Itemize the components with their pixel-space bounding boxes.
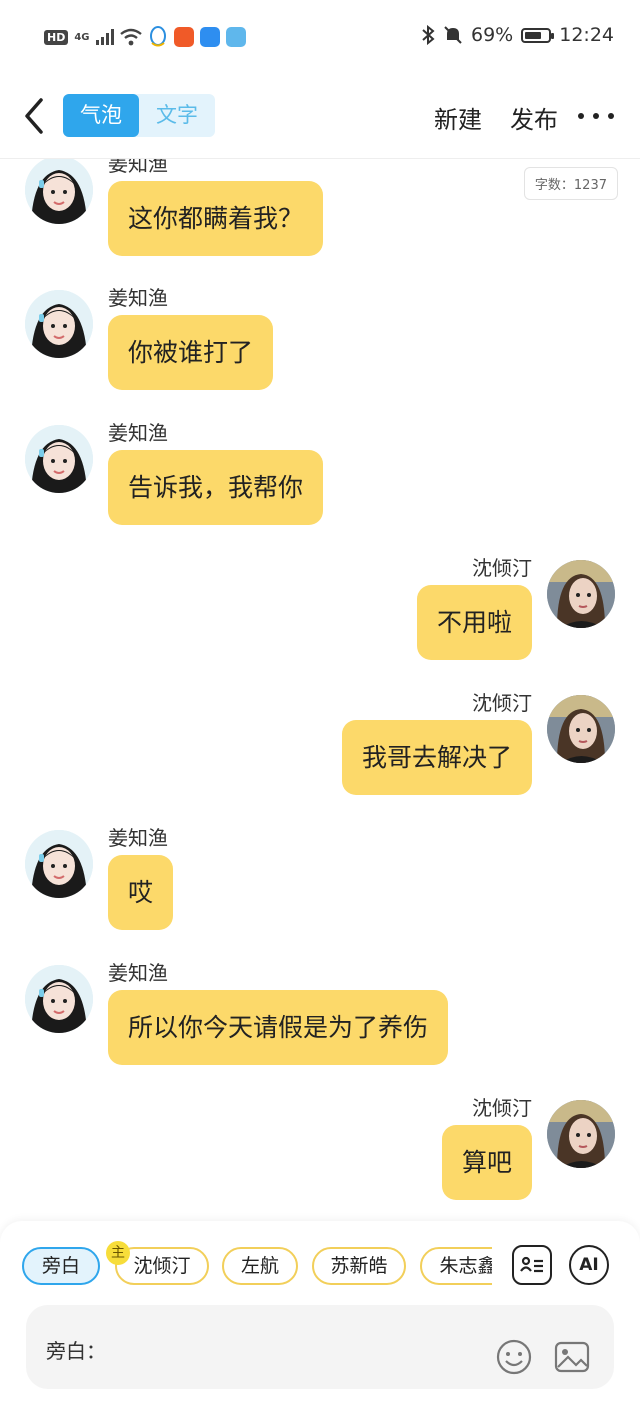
sender-name: 沈倾汀 bbox=[472, 1096, 532, 1120]
clock: 12:24 bbox=[559, 24, 614, 46]
view-mode-toggle: 气泡 文字 bbox=[63, 94, 215, 137]
message-bubble[interactable]: 我哥去解决了 bbox=[341, 720, 532, 795]
role-chip[interactable]: 旁白 bbox=[22, 1247, 100, 1285]
sender-name: 姜知渔 bbox=[108, 421, 168, 445]
network-indicator: 4G bbox=[74, 31, 90, 43]
main-role-badge: 主 bbox=[106, 1241, 130, 1265]
hd-indicator: HD bbox=[44, 29, 69, 45]
image-icon[interactable] bbox=[554, 1341, 590, 1373]
avatar[interactable] bbox=[547, 1100, 615, 1168]
battery-icon bbox=[521, 27, 555, 43]
sender-name: 姜知渔 bbox=[108, 961, 168, 985]
more-menu-button[interactable] bbox=[578, 100, 614, 132]
message-bubble[interactable]: 所以你今天请假是为了养伤 bbox=[108, 990, 449, 1065]
role-chip[interactable]: 左航 bbox=[222, 1247, 298, 1285]
back-button[interactable] bbox=[18, 96, 50, 136]
dot bbox=[593, 113, 599, 119]
qq-app-icon bbox=[149, 26, 166, 47]
battery-percent: 69% bbox=[471, 24, 514, 46]
new-button[interactable]: 新建 bbox=[434, 100, 482, 135]
tab-bubble[interactable]: 气泡 bbox=[63, 94, 139, 137]
role-chip[interactable]: 朱志鑫 bbox=[420, 1247, 492, 1285]
weather-app-icon bbox=[225, 27, 246, 47]
role-card-button[interactable] bbox=[512, 1245, 552, 1285]
header-bar: 气泡 文字 新建 发布 bbox=[0, 78, 640, 159]
avatar[interactable] bbox=[25, 159, 93, 224]
message-bubble[interactable]: 算吧 bbox=[441, 1125, 532, 1200]
message-bubble[interactable]: 你被谁打了 bbox=[108, 315, 274, 390]
chat-area[interactable]: 姜知渔 这你都瞒着我？ 姜知渔 你被谁打了 姜知渔 告诉我，我帮你 沈倾汀 不用啦 沈倾汀 我哥去… bbox=[0, 159, 640, 1221]
sender-name: 姜知渔 bbox=[108, 159, 168, 176]
avatar[interactable] bbox=[547, 695, 615, 763]
avatar[interactable] bbox=[25, 830, 93, 898]
role-chip[interactable]: 苏新皓 bbox=[312, 1247, 406, 1285]
avatar[interactable] bbox=[25, 425, 93, 493]
message-bubble[interactable]: 这你都瞒着我？ bbox=[108, 181, 324, 256]
dot bbox=[578, 113, 584, 119]
ai-button[interactable]: AI bbox=[569, 1245, 609, 1285]
bluetooth-icon bbox=[422, 25, 435, 45]
chat-message[interactable]: 姜知渔所以你今天请假是为了养伤 bbox=[0, 961, 640, 1085]
message-bubble[interactable]: 告诉我，我帮你 bbox=[108, 450, 324, 525]
sender-name: 沈倾汀 bbox=[472, 691, 532, 715]
role-selector: 旁白 沈倾汀 左航 苏新皓 朱志鑫 bbox=[0, 1247, 492, 1287]
ai-label: AI bbox=[579, 1255, 599, 1275]
chat-message[interactable]: 沈倾汀我哥去解决了 bbox=[0, 691, 640, 815]
status-right: 69% 12:24 bbox=[421, 24, 614, 46]
dot bbox=[608, 113, 614, 119]
avatar[interactable] bbox=[25, 965, 93, 1033]
avatar[interactable] bbox=[25, 290, 93, 358]
status-bar: HD 4G 69% 12:24 bbox=[0, 0, 640, 78]
chat-message[interactable]: 沈倾汀不用啦 bbox=[0, 556, 640, 680]
chat-message[interactable]: 姜知渔哎 bbox=[0, 826, 640, 950]
sender-name: 沈倾汀 bbox=[472, 556, 532, 580]
avatar[interactable] bbox=[547, 560, 615, 628]
wifi-icon bbox=[119, 28, 142, 46]
signal-icon bbox=[95, 29, 114, 45]
word-count-badge: 字数：1237 bbox=[523, 167, 618, 200]
status-left: HD 4G bbox=[44, 26, 246, 48]
emoji-icon[interactable] bbox=[496, 1339, 532, 1375]
publish-button[interactable]: 发布 bbox=[510, 100, 558, 135]
message-input[interactable]: 旁白： bbox=[26, 1305, 614, 1389]
message-bubble[interactable]: 哎 bbox=[108, 855, 174, 930]
sender-name: 姜知渔 bbox=[108, 286, 168, 310]
chevron-left-icon bbox=[25, 98, 43, 134]
blue-app-icon bbox=[199, 27, 220, 47]
chat-message[interactable]: 沈倾汀算吧 bbox=[0, 1096, 640, 1220]
mute-bell-icon bbox=[444, 26, 462, 44]
message-bubble[interactable]: 不用啦 bbox=[416, 585, 532, 660]
input-role-label: 旁白： bbox=[46, 1339, 106, 1363]
chat-message[interactable]: 姜知渔告诉我，我帮你 bbox=[0, 421, 640, 545]
tab-text[interactable]: 文字 bbox=[139, 94, 215, 137]
composer-panel: 主 旁白 沈倾汀 左航 苏新皓 朱志鑫 AI 旁白： bbox=[0, 1221, 640, 1415]
orange-app-icon bbox=[173, 27, 194, 47]
chat-message[interactable]: 姜知渔 你被谁打了 bbox=[0, 286, 640, 410]
sender-name: 姜知渔 bbox=[108, 826, 168, 850]
contact-card-icon bbox=[520, 1256, 543, 1273]
